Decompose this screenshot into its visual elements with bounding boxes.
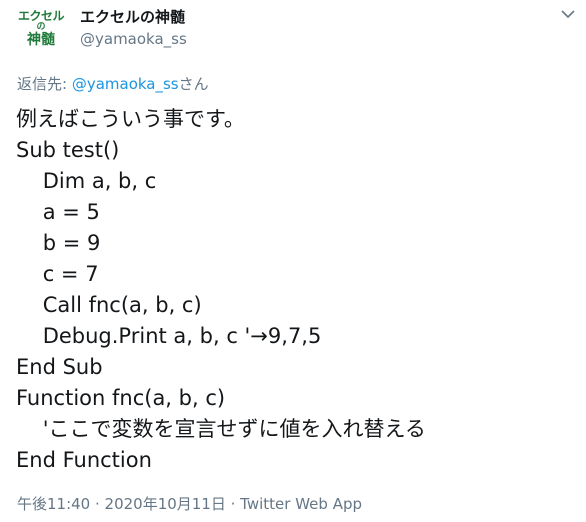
chevron-down-icon[interactable] [560,6,576,22]
tweet-line: Function fnc(a, b, c) [16,386,226,410]
tweet-line: a = 5 [16,200,100,224]
reply-to: 返信先: @yamaoka_ssさん [17,73,209,94]
tweet-line: 例えばこういう事です。 [16,107,245,131]
tweet-text: 例えばこういう事です。 Sub test() Dim a, b, c a = 5… [16,104,426,476]
tweet-line: End Sub [16,355,103,379]
avatar-text-3: 神髄 [27,32,55,48]
tweet-line: b = 9 [16,231,101,255]
tweet-line: Call fnc(a, b, c) [16,293,202,317]
tweet-line: End Function [16,448,152,472]
tweet-line: c = 7 [16,262,99,286]
reply-suffix: さん [178,75,209,93]
avatar-text-1: エクセル [17,9,65,23]
avatar-text-2: の [36,22,46,32]
display-name[interactable]: エクセルの神髄 [80,6,185,27]
avatar[interactable]: エクセル の 神髄 [16,6,66,56]
user-handle[interactable]: @yamaoka_ss [80,30,187,48]
tweet-line: Debug.Print a, b, c '→9,7,5 [16,324,322,348]
tweet-line: 'ここで変数を宣言せずに値を入れ替える [16,417,426,441]
reply-mention-link[interactable]: @yamaoka_ss [72,75,179,93]
tweet-timestamp[interactable]: 午後11:40 · 2020年10月11日 · Twitter Web App [17,493,362,514]
tweet-line: Dim a, b, c [16,169,157,193]
tweet-line: Sub test() [16,138,120,162]
reply-prefix: 返信先: [17,75,72,93]
